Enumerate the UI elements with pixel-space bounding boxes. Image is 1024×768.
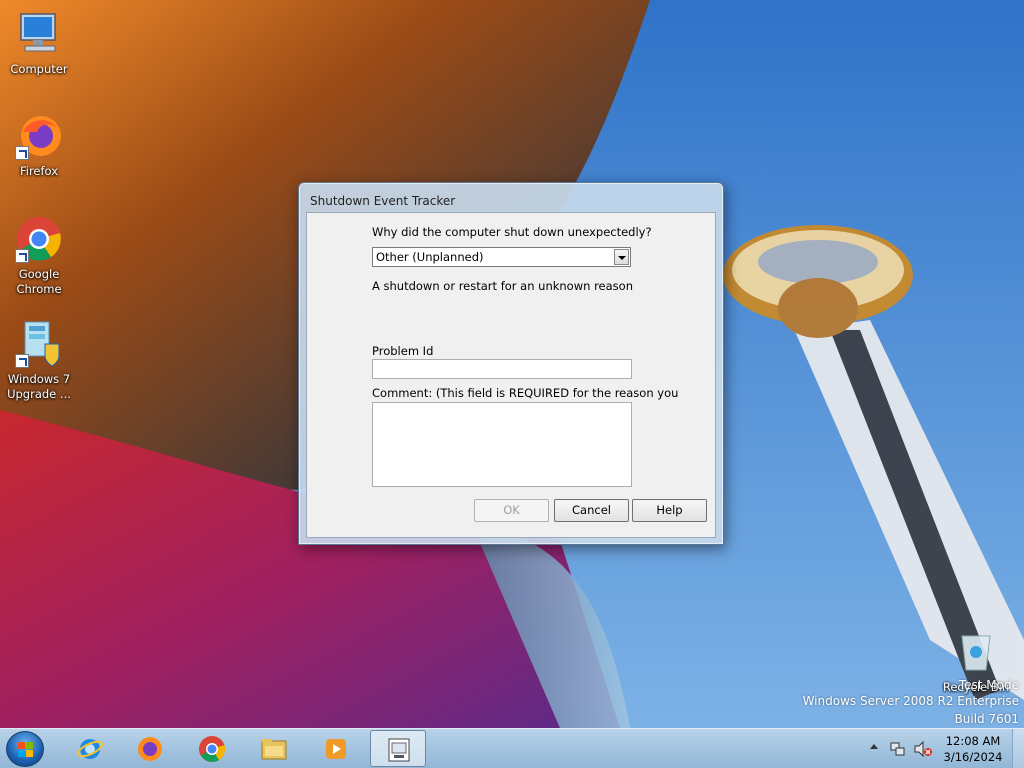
media-player-icon	[326, 739, 346, 759]
clock-date: 3/16/2024	[943, 750, 1003, 764]
dialog-client-area: Why did the computer shut down unexpecte…	[306, 212, 716, 538]
show-hidden-icons-icon[interactable]	[870, 744, 878, 749]
recycle-bin-icon	[958, 632, 994, 672]
show-desktop-button[interactable]	[1012, 729, 1024, 768]
os-edition-watermark: Windows Server 2008 R2 Enterprise	[802, 694, 1019, 708]
reason-description: A shutdown or restart for an unknown rea…	[372, 279, 633, 293]
desktop-icon-label: Google Chrome	[16, 267, 62, 296]
shutdown-question-label: Why did the computer shut down unexpecte…	[372, 225, 652, 239]
upgrade-advisor-icon	[15, 320, 63, 368]
desktop-icon-windows7-upgrade[interactable]: Windows 7 Upgrade ...	[1, 320, 77, 402]
windows-logo-icon	[18, 742, 33, 757]
firefox-icon	[138, 737, 162, 761]
shutdown-tracker-icon	[388, 738, 410, 762]
taskbar-chrome[interactable]	[184, 730, 240, 767]
shortcut-arrow-icon	[15, 249, 29, 263]
system-clock[interactable]: 12:08 AM 3/16/2024	[935, 733, 1011, 765]
taskbar-media-player[interactable]	[308, 730, 364, 767]
volume-muted-icon[interactable]	[914, 741, 932, 757]
taskbar: 12:08 AM 3/16/2024	[0, 728, 1024, 768]
taskbar-firefox[interactable]	[122, 730, 178, 767]
reason-dropdown-value: Other (Unplanned)	[376, 250, 484, 264]
chrome-icon	[199, 736, 226, 762]
desktop-icon-label: Windows 7 Upgrade ...	[7, 372, 71, 401]
build-watermark: Build 7601	[954, 712, 1019, 726]
folder-icon	[261, 739, 287, 760]
desktop-icon-google-chrome[interactable]: Google Chrome	[1, 215, 77, 297]
shutdown-event-tracker-dialog: Shutdown Event Tracker Why did the compu…	[298, 182, 724, 545]
computer-icon	[15, 10, 63, 58]
cancel-button[interactable]: Cancel	[554, 499, 629, 522]
reason-dropdown[interactable]: Other (Unplanned)	[372, 247, 631, 267]
problem-id-label: Problem Id	[372, 344, 434, 358]
taskbar-shutdown-tracker[interactable]	[370, 730, 426, 767]
chrome-icon	[15, 215, 63, 263]
test-mode-watermark: Test Mode	[958, 678, 1019, 692]
taskbar-internet-explorer[interactable]	[62, 730, 118, 767]
start-button[interactable]	[6, 731, 44, 767]
network-icon[interactable]	[890, 741, 906, 757]
desktop-icon-label: Firefox	[19, 164, 59, 178]
comment-textarea[interactable]	[372, 402, 632, 487]
help-button[interactable]: Help	[632, 499, 707, 522]
internet-explorer-icon	[77, 739, 103, 759]
desktop-icon-firefox[interactable]: Firefox	[1, 112, 77, 179]
problem-id-input[interactable]	[372, 359, 632, 379]
dialog-title: Shutdown Event Tracker	[310, 194, 456, 208]
shortcut-arrow-icon	[15, 146, 29, 160]
taskbar-file-explorer[interactable]	[246, 730, 302, 767]
chevron-down-icon[interactable]	[614, 249, 629, 265]
desktop-icon-label: Computer	[10, 62, 68, 76]
ok-button[interactable]: OK	[474, 499, 549, 522]
desktop-icon-computer[interactable]: Computer	[1, 10, 77, 77]
firefox-icon	[15, 112, 63, 160]
shortcut-arrow-icon	[15, 354, 29, 368]
clock-time: 12:08 AM	[945, 734, 1001, 748]
